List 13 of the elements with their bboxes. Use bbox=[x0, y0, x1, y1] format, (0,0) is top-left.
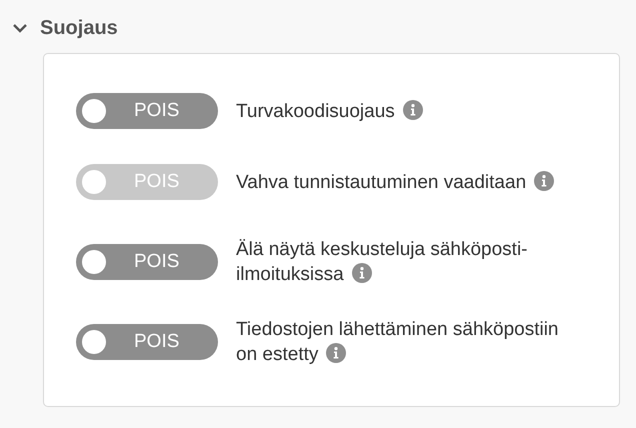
setting-label: Älä näytä keskusteluja sähköposti-ilmoituksissa bbox=[236, 238, 528, 287]
setting-label: Vahva tunnistautuminen vaaditaan bbox=[236, 170, 566, 194]
chevron-icon[interactable] bbox=[12, 22, 28, 34]
info-icon[interactable] bbox=[402, 100, 423, 120]
setting-label: Tiedostojen lähettäminen sähköpostiin on estetty bbox=[236, 318, 560, 367]
toggle-switch[interactable]: POIS bbox=[76, 244, 218, 280]
toggle-switch[interactable]: POIS bbox=[76, 93, 218, 129]
info-icon[interactable] bbox=[352, 263, 372, 283]
info-icon[interactable] bbox=[326, 343, 346, 363]
info-icon[interactable] bbox=[534, 170, 554, 190]
setting-label: Turvakoodisuojaus bbox=[236, 98, 566, 124]
toggle-switch[interactable]: POIS bbox=[76, 324, 218, 360]
section-title: Suojaus bbox=[40, 16, 118, 40]
